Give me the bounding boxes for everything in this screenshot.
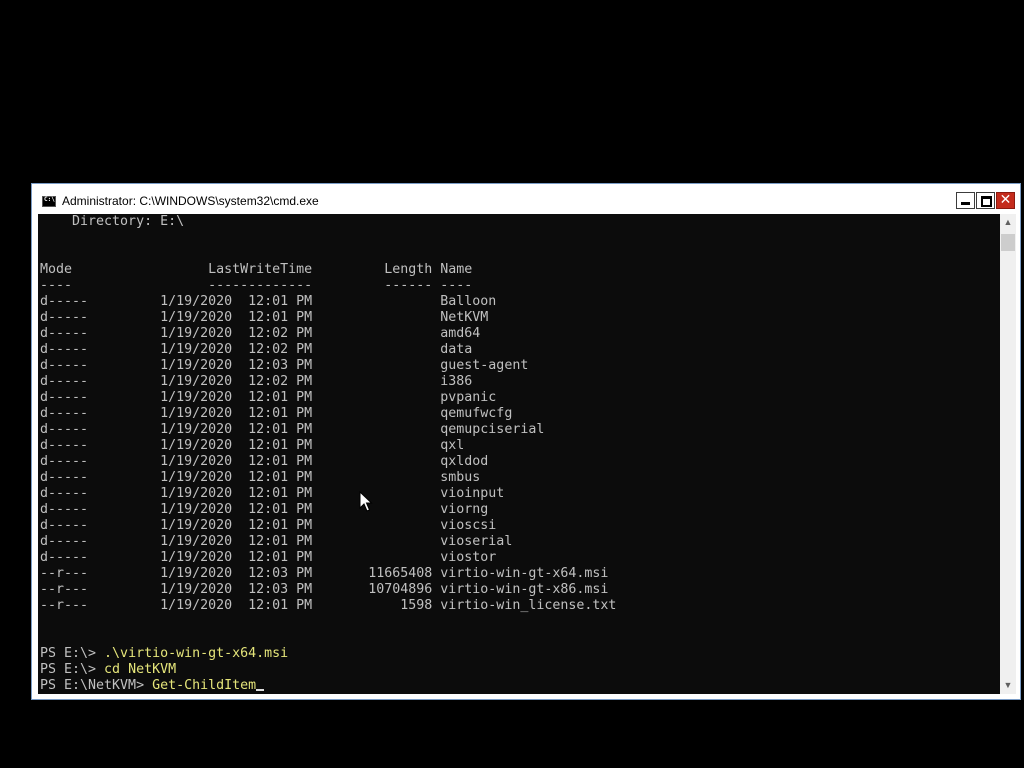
prompt: PS E:\> xyxy=(40,646,105,661)
close-button[interactable]: ✕ xyxy=(996,192,1015,209)
list-item: d----- 1/19/2020 12:01 PM qemupciserial xyxy=(40,422,545,437)
list-item: d----- 1/19/2020 12:01 PM NetKVM xyxy=(40,310,489,325)
list-item: d----- 1/19/2020 12:01 PM qemufwcfg xyxy=(40,406,513,421)
mouse-pointer-icon xyxy=(359,491,373,512)
list-item: d----- 1/19/2020 12:02 PM data xyxy=(40,342,473,357)
list-item: d----- 1/19/2020 12:01 PM vioserial xyxy=(40,534,513,549)
columns-header: Mode LastWriteTime Length Name xyxy=(40,262,473,277)
prompt: PS E:\> xyxy=(40,662,105,677)
current-command-line[interactable]: PS E:\NetKVM> Get-ChildItem xyxy=(40,678,265,694)
list-item: d----- 1/19/2020 12:01 PM vioscsi xyxy=(40,518,497,533)
history-line: PS E:\> cd NetKVM xyxy=(40,662,176,678)
list-item: --r--- 1/19/2020 12:03 PM 11665408 virti… xyxy=(40,566,609,581)
history-line: PS E:\> .\virtio-win-gt-x64.msi xyxy=(40,646,288,662)
list-item: d----- 1/19/2020 12:02 PM amd64 xyxy=(40,326,481,341)
minimize-button[interactable] xyxy=(956,192,975,209)
list-item: d----- 1/19/2020 12:01 PM qxl xyxy=(40,438,465,453)
chevron-down-icon[interactable]: ▼ xyxy=(1000,677,1016,694)
title-bar[interactable]: Administrator: C:\WINDOWS\system32\cmd.e… xyxy=(32,184,1020,214)
cmd-app-icon xyxy=(42,196,56,207)
vertical-scrollbar[interactable]: ▲ ▼ xyxy=(1000,214,1016,694)
list-item: --r--- 1/19/2020 12:03 PM 10704896 virti… xyxy=(40,582,609,597)
list-item: d----- 1/19/2020 12:01 PM pvpanic xyxy=(40,390,497,405)
command-text: cd NetKVM xyxy=(104,662,177,677)
list-item: d----- 1/19/2020 12:01 PM viorng xyxy=(40,502,489,517)
list-item: --r--- 1/19/2020 12:01 PM 1598 virtio-wi… xyxy=(40,598,617,613)
list-item: d----- 1/19/2020 12:01 PM qxldod xyxy=(40,454,489,469)
prompt: PS E:\NetKVM> xyxy=(40,678,153,693)
list-item: d----- 1/19/2020 12:01 PM viostor xyxy=(40,550,497,565)
directory-header: Directory: E:\ xyxy=(40,214,185,229)
chevron-up-icon[interactable]: ▲ xyxy=(1000,214,1016,231)
columns-rule: ---- ------------- ------ ---- xyxy=(40,278,473,293)
maximize-button[interactable] xyxy=(976,192,995,209)
list-item: d----- 1/19/2020 12:02 PM i386 xyxy=(40,374,473,389)
list-item: d----- 1/19/2020 12:01 PM Balloon xyxy=(40,294,497,309)
cmd-window: Administrator: C:\WINDOWS\system32\cmd.e… xyxy=(31,183,1021,700)
list-item: d----- 1/19/2020 12:01 PM smbus xyxy=(40,470,481,485)
text-cursor xyxy=(256,689,265,691)
command-text: .\virtio-win-gt-x64.msi xyxy=(104,646,289,661)
list-item: d----- 1/19/2020 12:03 PM guest-agent xyxy=(40,358,529,373)
close-icon: ✕ xyxy=(999,192,1012,208)
list-item: d----- 1/19/2020 12:01 PM vioinput xyxy=(40,486,505,501)
console-output[interactable]: Directory: E:\ Mode LastWriteTime Length… xyxy=(38,214,1000,694)
command-input[interactable]: Get-ChildItem xyxy=(152,678,256,693)
scrollbar-thumb[interactable] xyxy=(1001,234,1015,251)
window-title: Administrator: C:\WINDOWS\system32\cmd.e… xyxy=(62,194,319,208)
